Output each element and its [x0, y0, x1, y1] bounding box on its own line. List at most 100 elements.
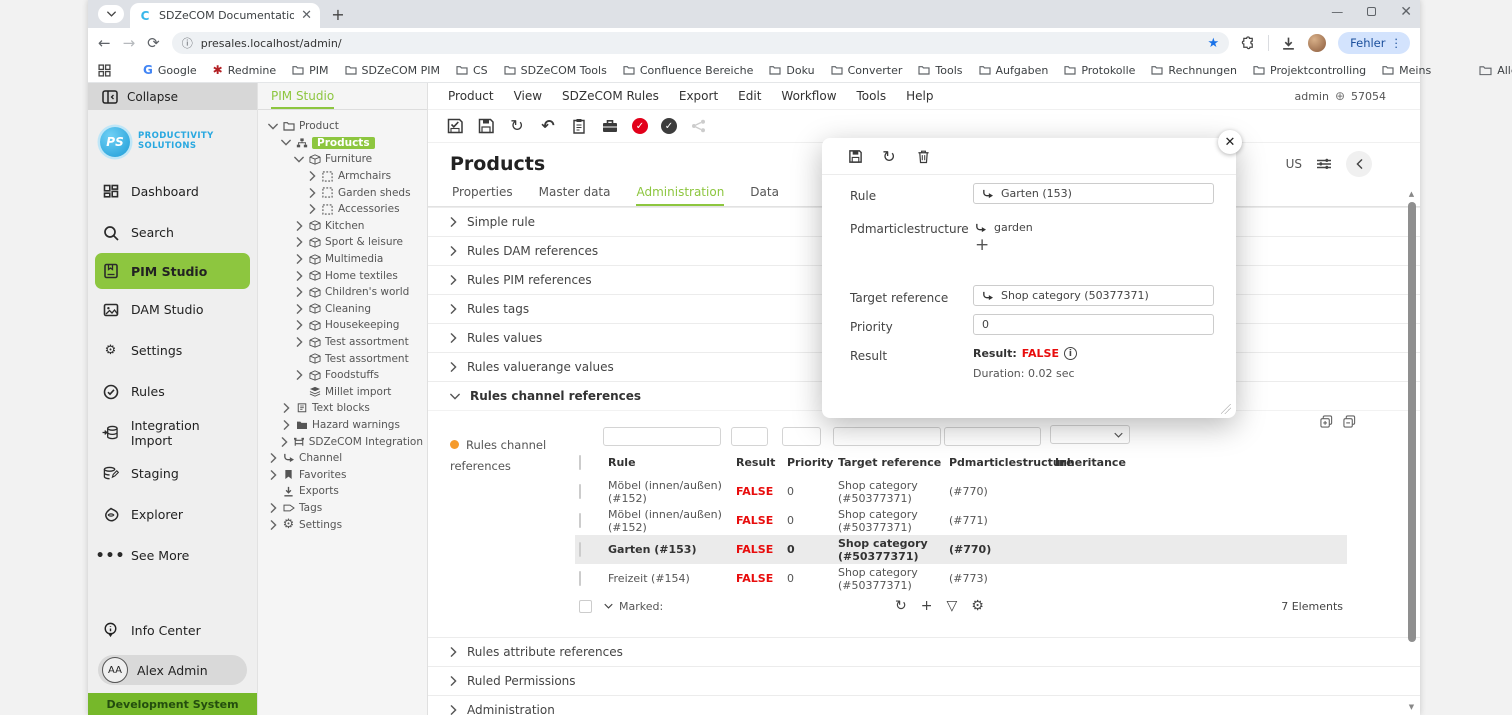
- tab-data[interactable]: Data: [750, 185, 779, 206]
- address-bar[interactable]: ⓘ presales.localhost/admin/ ★: [172, 32, 1229, 54]
- chevron-right-icon[interactable]: [294, 271, 304, 281]
- bookmark-pim[interactable]: PIM: [292, 63, 328, 77]
- sidebar-item-search[interactable]: Search: [88, 212, 257, 253]
- menu-view[interactable]: View: [514, 89, 542, 103]
- bookmark-sdzecom-tools[interactable]: SDZeCOM Tools: [504, 63, 607, 77]
- chevron-right-icon[interactable]: [268, 520, 278, 530]
- tree-node-millet-import[interactable]: Millet import: [262, 384, 423, 401]
- user-menu[interactable]: AA Alex Admin: [98, 655, 247, 685]
- save-icon[interactable]: [477, 117, 495, 135]
- tab-properties[interactable]: Properties: [452, 185, 513, 206]
- reload-icon[interactable]: ↻: [880, 147, 898, 165]
- chevron-right-icon[interactable]: [268, 503, 278, 513]
- chevron-right-icon[interactable]: [281, 403, 291, 413]
- save-icon[interactable]: [846, 147, 864, 165]
- main-scrollbar[interactable]: ▲ ▼: [1407, 190, 1417, 711]
- filter-inheritance-select[interactable]: [1050, 425, 1130, 444]
- filter-target-input[interactable]: [833, 427, 941, 446]
- kebab-menu-icon[interactable]: ⋮: [1391, 36, 1403, 50]
- filter-rule-input[interactable]: [603, 427, 721, 446]
- chevron-right-icon[interactable]: [294, 221, 304, 231]
- sidebar-item-staging[interactable]: Staging: [88, 453, 257, 494]
- window-maximize-button[interactable]: [1367, 5, 1376, 19]
- chevron-right-icon[interactable]: [268, 470, 278, 480]
- trash-icon[interactable]: [914, 147, 932, 165]
- window-close-button[interactable]: ✕: [1400, 4, 1412, 20]
- filter-result-input[interactable]: [731, 427, 768, 446]
- browser-profile-avatar[interactable]: [1308, 34, 1326, 52]
- tree-node-sdzecom-integration[interactable]: SDZeCOM Integration: [262, 433, 423, 450]
- section-ruled-permissions[interactable]: Ruled Permissions: [428, 666, 1420, 695]
- chevron-right-icon[interactable]: [294, 337, 304, 347]
- tree-node-furniture[interactable]: Furniture: [262, 151, 423, 168]
- reload-button[interactable]: ⟳: [147, 34, 160, 52]
- tree-node-tags[interactable]: Tags: [262, 500, 423, 517]
- filter-pdm-input[interactable]: [944, 427, 1041, 446]
- sidebar-item-explorer[interactable]: Explorer: [88, 494, 257, 535]
- column-header-pdmarticlestructure[interactable]: Pdmarticlestructure: [944, 456, 1050, 469]
- bookmark-aufgaben[interactable]: Aufgaben: [979, 63, 1049, 77]
- chevron-right-icon[interactable]: [307, 171, 317, 181]
- tree-node-test-assortment[interactable]: Test assortment: [262, 334, 423, 351]
- tree-node-text-blocks[interactable]: Text blocks: [262, 400, 423, 417]
- chevron-right-icon[interactable]: [307, 204, 317, 214]
- marked-toggle[interactable]: Marked:: [604, 600, 663, 613]
- bookmark-google[interactable]: GGoogle: [143, 63, 197, 77]
- sidebar-item-dashboard[interactable]: Dashboard: [88, 171, 257, 212]
- chevron-down-icon[interactable]: [281, 139, 291, 146]
- row-checkbox[interactable]: [579, 513, 581, 528]
- tab-close-icon[interactable]: ✕: [301, 8, 312, 23]
- section-rules-attribute-references[interactable]: Rules attribute references: [428, 637, 1420, 666]
- tree-node-settings[interactable]: ⚙Settings: [262, 516, 423, 533]
- chevron-right-icon[interactable]: [281, 437, 289, 447]
- bookmark-sdzecom-pim[interactable]: SDZeCOM PIM: [345, 63, 440, 77]
- filter-priority-input[interactable]: [782, 427, 821, 446]
- paste-icon[interactable]: [570, 117, 588, 135]
- tree-node-foodstuffs[interactable]: Foodstuffs: [262, 367, 423, 384]
- menu-product[interactable]: Product: [448, 89, 494, 103]
- menu-export[interactable]: Export: [679, 89, 718, 103]
- tree-node-cleaning[interactable]: Cleaning: [262, 301, 423, 318]
- bookmark-redmine[interactable]: ✱Redmine: [213, 63, 276, 77]
- page-info-icon[interactable]: ⓘ: [182, 35, 193, 51]
- tree-node-sport-leisure[interactable]: Sport & leisure: [262, 234, 423, 251]
- bookmark-meins[interactable]: Meins: [1382, 63, 1431, 77]
- target-reference-input[interactable]: Shop category (50377371): [973, 285, 1214, 306]
- profile-button[interactable]: Fehler ⋮: [1338, 32, 1410, 54]
- locale-selector[interactable]: US: [1286, 157, 1302, 171]
- chevron-right-icon[interactable]: [294, 237, 304, 247]
- tree-node-channel[interactable]: Channel: [262, 450, 423, 467]
- column-header-rule[interactable]: Rule: [603, 456, 731, 469]
- tree-node-home-textiles[interactable]: Home textiles: [262, 267, 423, 284]
- tree-node-products[interactable]: Products: [262, 135, 423, 152]
- chevron-right-icon[interactable]: [268, 453, 278, 463]
- tree-node-favorites[interactable]: Favorites: [262, 466, 423, 483]
- sidebar-item-see-more[interactable]: •••See More: [88, 535, 257, 576]
- bookmark-doku[interactable]: Doku: [769, 63, 814, 77]
- menu-edit[interactable]: Edit: [738, 89, 761, 103]
- column-header-target-reference[interactable]: Target reference: [833, 456, 944, 469]
- row-checkbox[interactable]: [579, 484, 581, 499]
- tree-node-exports[interactable]: Exports: [262, 483, 423, 500]
- tree-node-children-s-world[interactable]: Children's world: [262, 284, 423, 301]
- tree-node-housekeeping[interactable]: Housekeeping: [262, 317, 423, 334]
- chevron-right-icon[interactable]: [294, 254, 304, 264]
- dialog-close-button[interactable]: ✕: [1218, 130, 1242, 154]
- refresh-icon[interactable]: ↻: [895, 598, 907, 614]
- chevron-right-icon[interactable]: [294, 304, 304, 314]
- rule-input[interactable]: Garten (153): [973, 183, 1214, 204]
- table-row-freizeit-154[interactable]: Freizeit (#154)FALSE0Shop category (#503…: [575, 564, 1347, 593]
- sidebar-item-pim-studio[interactable]: PIM Studio: [95, 253, 250, 289]
- briefcase-icon[interactable]: [601, 117, 619, 135]
- chevron-down-icon[interactable]: [268, 123, 278, 130]
- table-row-garten-153[interactable]: Garten (#153)FALSE0Shop category (#50377…: [575, 535, 1347, 564]
- new-tab-button[interactable]: +: [326, 2, 350, 26]
- window-minimize-button[interactable]: —: [1331, 5, 1343, 19]
- sidebar-item-info-center[interactable]: Info Center: [88, 610, 257, 651]
- save-check-icon[interactable]: [446, 117, 464, 135]
- tree-node-test-assortment[interactable]: Test assortment: [262, 350, 423, 367]
- tree-node-product[interactable]: Product: [262, 118, 423, 135]
- filter-icon[interactable]: ▽: [946, 598, 957, 614]
- sidebar-item-integration-import[interactable]: Integration Import: [88, 412, 257, 453]
- dark-check-circle-icon[interactable]: ✓: [661, 118, 677, 134]
